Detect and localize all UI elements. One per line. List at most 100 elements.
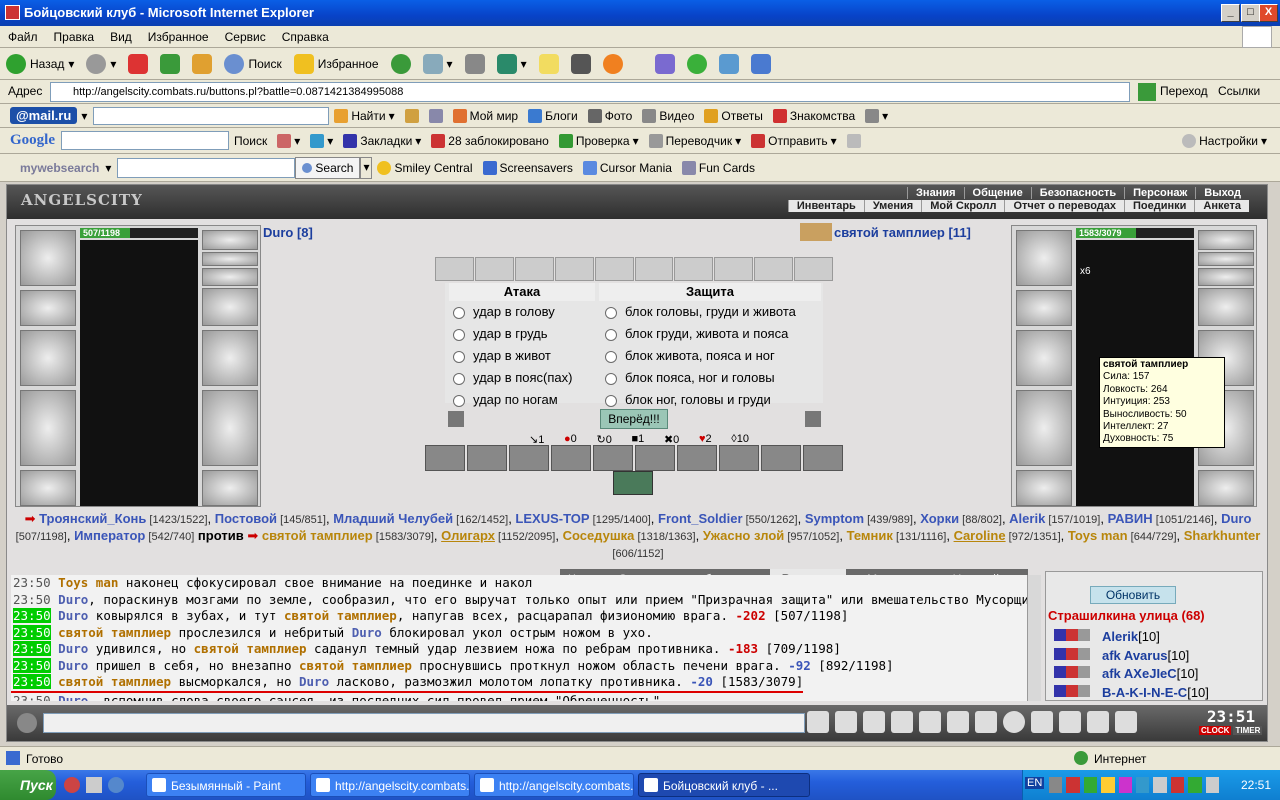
- refresh-button[interactable]: Обновить: [1090, 586, 1176, 604]
- scroll-slot[interactable]: [554, 257, 594, 281]
- skill-slot[interactable]: [551, 445, 591, 471]
- note-button[interactable]: [533, 48, 565, 79]
- helmet-slot[interactable]: [20, 230, 76, 286]
- enemy-armor-slot[interactable]: [1016, 390, 1072, 466]
- team-member-name[interactable]: Toys man: [1068, 528, 1128, 543]
- send-chat-icon[interactable]: [807, 711, 829, 733]
- team-member-name[interactable]: Темник: [847, 528, 893, 543]
- block-radio[interactable]: [605, 350, 617, 363]
- tray-icon[interactable]: [1136, 777, 1150, 793]
- quicklaunch-ie-icon[interactable]: [108, 777, 124, 793]
- enemy-bracers-slot[interactable]: [1016, 290, 1072, 326]
- log-actor[interactable]: святой тамплиер: [58, 674, 171, 689]
- at-button[interactable]: [597, 48, 629, 79]
- history-button[interactable]: [385, 48, 417, 79]
- quicklaunch-opera-icon[interactable]: [64, 777, 80, 793]
- tray-icon[interactable]: [1101, 777, 1115, 793]
- nav-security[interactable]: Безопасность: [1030, 187, 1124, 199]
- favorites-button[interactable]: Избранное: [288, 48, 385, 79]
- player-name[interactable]: Duro [8]: [263, 225, 313, 240]
- skill-slot[interactable]: [803, 445, 843, 471]
- earrings-slot[interactable]: [202, 230, 258, 250]
- enemy-gloves-slot[interactable]: [1198, 288, 1254, 326]
- rings-slot[interactable]: [202, 268, 258, 286]
- person-icon[interactable]: [919, 711, 941, 733]
- attack-radio[interactable]: [453, 350, 465, 363]
- research-button[interactable]: [565, 48, 597, 79]
- pagerank-button[interactable]: ▾: [272, 128, 305, 153]
- scroll-slot[interactable]: [435, 257, 474, 281]
- send-button[interactable]: Отправить ▾: [746, 128, 842, 153]
- menu-view[interactable]: Вид: [102, 26, 140, 48]
- mywebsearch-search-button[interactable]: Search: [295, 156, 361, 179]
- skill-slot[interactable]: [677, 445, 717, 471]
- bookmarks-button[interactable]: Закладки ▾: [338, 128, 426, 153]
- team-member-name[interactable]: Symptom: [805, 511, 864, 526]
- menu-file[interactable]: Файл: [0, 26, 46, 48]
- smiley-central-link[interactable]: Smiley Central: [372, 154, 477, 181]
- team-member-name[interactable]: Ужасно злой: [703, 528, 784, 543]
- team-member-name[interactable]: Троянский_Конь: [39, 511, 146, 526]
- nav-knowledge[interactable]: Знания: [907, 187, 963, 199]
- tray-icon[interactable]: [1153, 777, 1167, 793]
- pencil-button[interactable]: [400, 104, 424, 127]
- chat-icon[interactable]: [17, 713, 37, 733]
- tray-icon[interactable]: [1083, 777, 1098, 793]
- tray-icon[interactable]: [1205, 777, 1220, 793]
- team-member-name[interactable]: Постовой: [215, 511, 277, 526]
- menu-tools[interactable]: Сервис: [217, 26, 274, 48]
- links-button[interactable]: Ссылки: [1218, 84, 1260, 98]
- attack-option[interactable]: удар по ногам: [453, 389, 599, 411]
- go-arrow-icon[interactable]: [1138, 83, 1156, 101]
- belt-slot[interactable]: [20, 470, 76, 506]
- attack-radio[interactable]: [453, 372, 465, 385]
- attack-option[interactable]: удар в живот: [453, 345, 599, 367]
- go-button[interactable]: Переход: [1160, 84, 1208, 98]
- log-actor[interactable]: Duro: [58, 658, 88, 673]
- scroll-slot[interactable]: [594, 257, 634, 281]
- log-target[interactable]: святой тамплиер: [299, 658, 412, 673]
- log-target[interactable]: святой тамплиер: [284, 608, 397, 623]
- block-radio[interactable]: [605, 306, 617, 319]
- start-button[interactable]: Пуск: [0, 770, 56, 800]
- task-combats-active[interactable]: Бойцовский клуб - ...: [638, 773, 810, 797]
- eraser-icon[interactable]: [835, 711, 857, 733]
- skill-slot[interactable]: [761, 445, 801, 471]
- nav-scroll[interactable]: Мой Скролл: [921, 200, 1004, 212]
- spellcheck-button[interactable]: Проверка ▾: [554, 128, 644, 153]
- quicklaunch-desktop-icon[interactable]: [86, 777, 102, 793]
- team-member-name[interactable]: Front_Soldier: [658, 511, 743, 526]
- forward-button[interactable]: ▾: [80, 48, 122, 79]
- stop-button[interactable]: [122, 48, 154, 79]
- edit-button[interactable]: ▾: [491, 48, 533, 79]
- filter-icon[interactable]: [863, 711, 885, 733]
- gloves-slot[interactable]: [202, 288, 258, 326]
- team-member-name[interactable]: Caroline: [954, 528, 1006, 543]
- back-button[interactable]: Назад ▾: [0, 48, 80, 79]
- legs-slot[interactable]: [202, 390, 258, 466]
- skill-slot[interactable]: [467, 445, 507, 471]
- clip-button[interactable]: [842, 128, 866, 153]
- attack-radio[interactable]: [453, 328, 465, 341]
- mailru-dating[interactable]: Знакомства: [768, 104, 860, 127]
- scroll-slot[interactable]: [794, 257, 834, 281]
- task-ie-1[interactable]: http://angelscity.combats...: [310, 773, 470, 797]
- special-skill-slot[interactable]: [613, 471, 653, 495]
- mail-button[interactable]: ▾: [417, 48, 459, 79]
- attack-option[interactable]: удар в голову: [453, 301, 599, 323]
- scroll-slot[interactable]: [754, 257, 794, 281]
- close-button[interactable]: X: [1259, 4, 1278, 22]
- enemy-belt-slot[interactable]: [1016, 470, 1072, 506]
- log-actor[interactable]: Duro: [58, 608, 88, 623]
- contacts-button[interactable]: [713, 48, 745, 79]
- tray-icon[interactable]: [1118, 777, 1133, 793]
- scroll-slot[interactable]: [514, 257, 554, 281]
- tray-icon[interactable]: [1188, 777, 1202, 793]
- nav-communication[interactable]: Общение: [963, 187, 1031, 199]
- log-target[interactable]: Duro: [352, 625, 382, 640]
- team-member-name[interactable]: LEXUS-TOP: [515, 511, 589, 526]
- weapon-slot[interactable]: [20, 330, 76, 386]
- skill-slot[interactable]: [509, 445, 549, 471]
- translate-button[interactable]: Переводчик ▾: [644, 128, 747, 153]
- mywebsearch-dropdown[interactable]: ▾: [360, 156, 373, 179]
